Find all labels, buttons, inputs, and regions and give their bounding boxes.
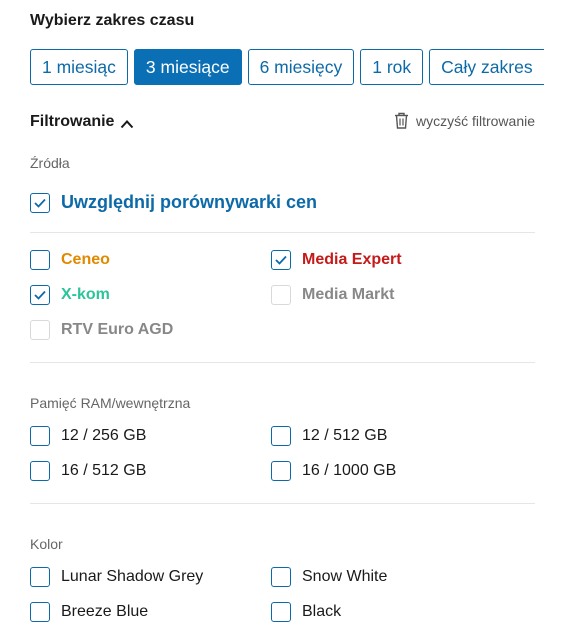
memory-label: Pamięć RAM/wewnętrzna [30,395,191,411]
color-black-checkbox[interactable]: Black [271,602,341,622]
sources-label: Źródła [30,155,70,171]
color-label: Kolor [30,536,63,552]
color-lunar-shadow-grey-label: Lunar Shadow Grey [61,568,204,585]
memory-16-1000-checkbox[interactable]: 16 / 1000 GB [271,461,396,481]
check-icon [34,198,46,208]
color-breeze-blue-checkbox[interactable]: Breeze Blue [30,602,148,622]
checkbox-box[interactable] [30,285,50,305]
source-rtv-euro-agd-label: RTV Euro AGD [61,321,174,338]
include-comparators-checkbox[interactable]: Uwzględnij porównywarki cen [30,192,317,213]
divider [30,232,535,233]
color-lunar-shadow-grey-checkbox[interactable]: Lunar Shadow Grey [30,567,203,587]
time-range-title: Wybierz zakres czasu [30,12,195,29]
memory-12-256-checkbox[interactable]: 12 / 256 GB [30,426,146,446]
checkbox-box [30,320,50,340]
checkbox-box[interactable] [271,567,291,587]
color-black-label: Black [302,603,342,620]
chevron-up-icon[interactable] [120,116,134,134]
source-rtv-euro-agd-checkbox: RTV Euro AGD [30,320,173,340]
trash-icon [394,112,408,129]
memory-16-512-checkbox[interactable]: 16 / 512 GB [30,461,146,481]
checkbox-box[interactable] [271,602,291,622]
checkbox-box[interactable] [30,426,50,446]
color-snow-white-label: Snow White [302,568,388,585]
include-comparators-label: Uwzględnij porównywarki cen [61,192,318,212]
checkbox-box[interactable] [30,461,50,481]
checkbox-box[interactable] [30,602,50,622]
time-range-selector: 1 miesiąc 3 miesiące 6 miesięcy 1 rok Ca… [30,49,550,85]
memory-12-512-checkbox[interactable]: 12 / 512 GB [271,426,387,446]
range-1-year-button[interactable]: 1 rok [360,49,424,85]
filter-toggle[interactable]: Filtrowanie [30,113,114,131]
check-icon [34,290,46,300]
source-xkom-checkbox[interactable]: X-kom [30,285,110,305]
checkbox-box[interactable] [271,461,291,481]
source-media-expert-label: Media Expert [302,251,402,268]
checkbox-box[interactable] [271,426,291,446]
source-xkom-label: X-kom [61,286,110,303]
source-ceneo-label: Ceneo [61,251,110,268]
color-snow-white-checkbox[interactable]: Snow White [271,567,387,587]
range-1-month-button[interactable]: 1 miesiąc [30,49,128,85]
memory-12-512-label: 12 / 512 GB [302,427,388,444]
filter-header: Filtrowanie wyczyść filtrowanie [30,112,535,134]
clear-filters-label: wyczyść filtrowanie [415,112,535,129]
checkbox-box[interactable] [30,192,50,213]
range-3-months-button[interactable]: 3 miesiące [133,49,242,85]
checkbox-box[interactable] [30,567,50,587]
source-ceneo-checkbox[interactable]: Ceneo [30,250,110,270]
color-breeze-blue-label: Breeze Blue [61,603,149,620]
memory-12-256-label: 12 / 256 GB [61,427,147,444]
checkbox-box [271,285,291,305]
divider [30,362,535,363]
source-media-expert-checkbox[interactable]: Media Expert [271,250,402,270]
checkbox-box[interactable] [271,250,291,270]
range-6-months-button[interactable]: 6 miesięcy [247,49,355,85]
divider [30,503,535,504]
source-media-markt-label: Media Markt [302,286,395,303]
check-icon [275,255,287,265]
range-all-button[interactable]: Cały zakres [429,49,544,85]
memory-16-512-label: 16 / 512 GB [61,462,147,479]
clear-filters-button[interactable]: wyczyść filtrowanie [394,112,535,129]
source-media-markt-checkbox: Media Markt [271,285,394,305]
memory-16-1000-label: 16 / 1000 GB [302,462,397,479]
checkbox-box[interactable] [30,250,50,270]
